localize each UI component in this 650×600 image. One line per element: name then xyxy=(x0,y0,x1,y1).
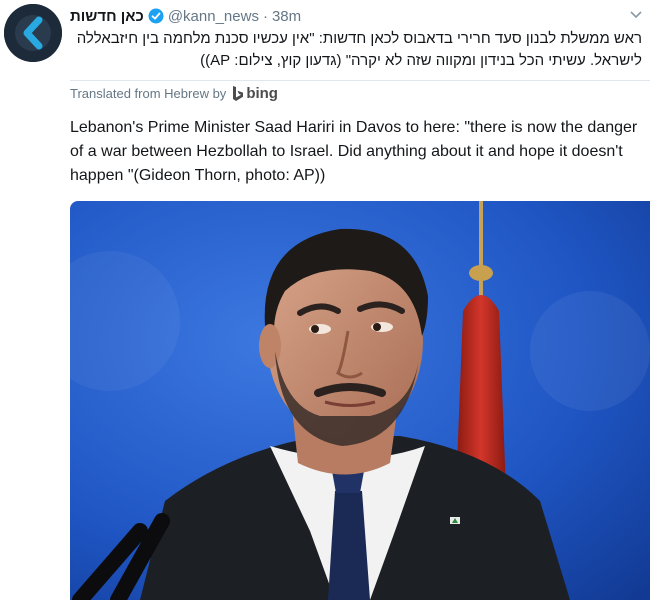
tweet-photo[interactable] xyxy=(70,201,650,600)
translated-text: Lebanon's Prime Minister Saad Hariri in … xyxy=(70,119,638,184)
avatar[interactable] xyxy=(4,4,62,62)
tweet-timestamp[interactable]: 38m xyxy=(272,8,301,25)
divider xyxy=(70,80,650,81)
chevron-down-icon[interactable] xyxy=(630,8,642,22)
translation-attribution: Translated from Hebrew by bing xyxy=(70,85,278,102)
tweet-header: כאן חדשות @kann_news · 38m xyxy=(70,6,642,26)
tweet-text: ראש ממשלת לבנון סעד חרירי בדאבוס לכאן חד… xyxy=(76,30,642,69)
author-name[interactable]: כאן חדשות xyxy=(70,8,144,25)
translated-label: Translated from Hebrew by xyxy=(70,86,227,101)
bing-label: bing xyxy=(246,85,278,102)
separator-dot: · xyxy=(262,7,268,25)
bing-logo-icon xyxy=(233,85,244,101)
bing-link[interactable]: bing xyxy=(232,85,278,102)
verified-badge-icon xyxy=(148,8,164,24)
author-handle[interactable]: @kann_news xyxy=(168,8,259,25)
tweet-photo-image xyxy=(70,201,650,600)
kan-logo-icon xyxy=(4,4,62,62)
